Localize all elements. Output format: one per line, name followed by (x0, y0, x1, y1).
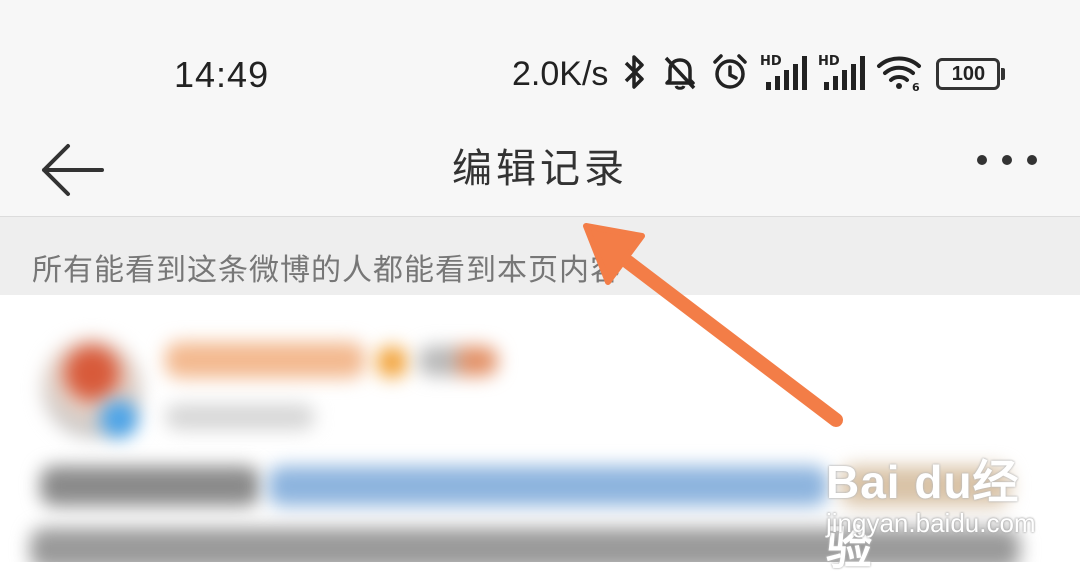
visibility-notice: 所有能看到这条微博的人都能看到本页内容 (0, 217, 1080, 295)
author-badge-icon (376, 346, 408, 378)
bluetooth-icon (620, 53, 650, 95)
svg-text:HD: HD (760, 54, 782, 69)
signal-hd-icon: HD (818, 52, 866, 96)
status-time: 14:49 (174, 54, 270, 95)
more-dots-icon (977, 155, 1037, 165)
post-topic-link[interactable] (268, 466, 828, 506)
silent-bell-icon (660, 52, 700, 96)
post-time (165, 404, 315, 430)
post-text-line (40, 466, 260, 506)
status-icons: 2.0K/s HD HD 6 100 (512, 52, 1006, 96)
battery-icon: 100 (936, 58, 1006, 90)
notice-text: 所有能看到这条微博的人都能看到本页内容 (32, 253, 621, 288)
wifi-icon: 6 (876, 52, 922, 96)
verified-badge-icon (100, 400, 138, 438)
svg-text:HD: HD (818, 54, 840, 69)
signal-hd-icon: HD (760, 52, 808, 96)
author-name[interactable] (165, 342, 365, 378)
battery-level: 100 (951, 62, 986, 85)
more-button[interactable] (972, 142, 1042, 192)
status-bar: 14:49 2.0K/s HD HD 6 100 (0, 0, 1080, 120)
network-speed: 2.0K/s (512, 54, 609, 93)
watermark-url: jingyan.baidu.com (826, 508, 1036, 538)
alarm-icon (710, 52, 750, 96)
author-badge-icon (418, 346, 498, 376)
nav-bar: 编辑记录 (0, 120, 1080, 217)
baidu-jingyan-watermark: Bai du经验 jingyan.baidu.com (826, 446, 1046, 574)
svg-text:6: 6 (912, 81, 920, 92)
page-title: 编辑记录 (452, 146, 628, 192)
